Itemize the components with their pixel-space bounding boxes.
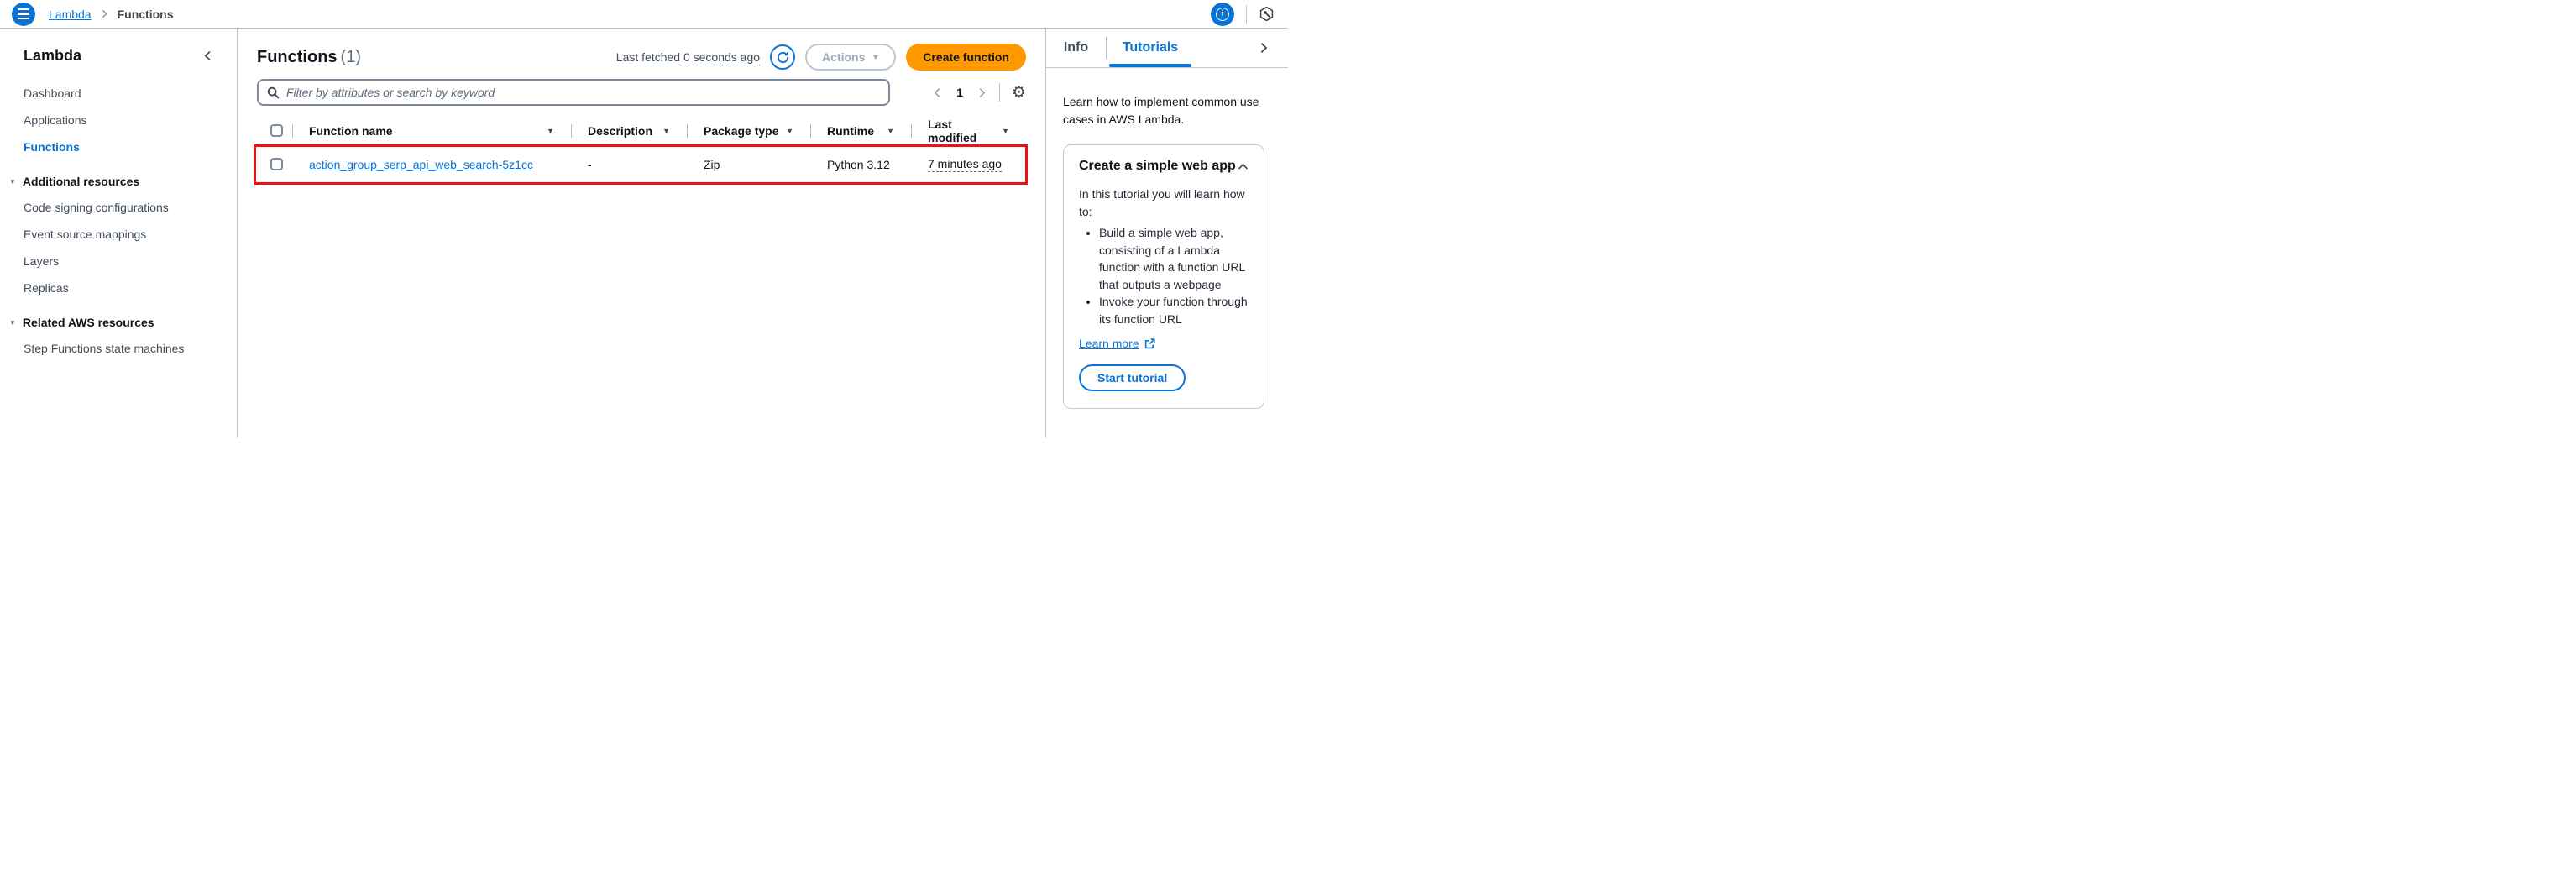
sidebar-section-additional-resources: ▼ Additional resources Code signing conf… [24, 175, 213, 296]
create-function-button[interactable]: Create function [906, 44, 1026, 71]
last-fetched-text: Last fetched 0 seconds ago [616, 50, 760, 64]
tutorial-card: Create a simple web app In this tutorial… [1063, 144, 1264, 409]
side-navigation: Lambda Dashboard Applications Functions … [0, 29, 238, 437]
search-icon [267, 86, 280, 99]
hamburger-bar [18, 13, 29, 15]
prev-page-icon[interactable] [932, 87, 943, 98]
sidebar-section-related-aws-resources: ▼ Related AWS resources Step Functions s… [24, 316, 213, 356]
pagination: 1 [932, 86, 987, 99]
cell-runtime: Python 3.12 [810, 145, 911, 183]
panel-collapse-icon[interactable] [1258, 42, 1270, 54]
topbar-divider [1246, 5, 1247, 24]
breadcrumb-lambda-link[interactable]: Lambda [49, 8, 92, 21]
section-caret-icon: ▼ [9, 319, 16, 327]
functions-count: (1) [341, 48, 361, 66]
column-header-description[interactable]: Description ▼ [571, 117, 687, 144]
tutorial-bullet: Build a simple web app, consisting of a … [1099, 224, 1249, 293]
sort-caret-icon[interactable]: ▼ [887, 127, 894, 135]
row-checkbox[interactable] [270, 158, 283, 170]
page-title: Functions(1) [257, 48, 361, 67]
breadcrumb-current: Functions [118, 8, 174, 21]
functions-table: Function name ▼ Description ▼ Package ty… [257, 117, 1026, 183]
column-header-package-type[interactable]: Package type ▼ [687, 117, 810, 144]
aws-lambda-console: Lambda Functions i Lambda [0, 0, 1288, 437]
sidebar-item-step-functions[interactable]: Step Functions state machines [24, 342, 213, 356]
search-input[interactable] [286, 86, 880, 99]
sort-caret-icon[interactable]: ▼ [662, 127, 670, 135]
refresh-button[interactable] [770, 44, 795, 70]
card-collapse-chevron-icon[interactable] [1238, 161, 1249, 172]
sort-caret-icon[interactable]: ▼ [1002, 127, 1009, 135]
actions-caret-icon: ▼ [872, 53, 879, 61]
current-page[interactable]: 1 [956, 86, 963, 99]
select-all-checkbox[interactable] [270, 124, 283, 137]
cell-function-name: action_group_serp_api_web_search-5z1cc [292, 145, 571, 183]
start-tutorial-button[interactable]: Start tutorial [1079, 364, 1186, 391]
sidebar-nav-list: Dashboard Applications Functions [24, 86, 213, 154]
last-fetched-value[interactable]: 0 seconds ago [683, 50, 760, 65]
tab-info[interactable]: Info [1046, 29, 1106, 67]
sort-caret-icon[interactable]: ▼ [786, 127, 793, 135]
sort-caret-icon[interactable]: ▼ [547, 127, 554, 135]
sidebar-item-applications[interactable]: Applications [24, 113, 213, 128]
panel-description: Learn how to implement common use cases … [1063, 93, 1264, 128]
tab-tutorials[interactable]: Tutorials [1107, 29, 1194, 67]
info-glyph: i [1216, 8, 1229, 21]
cell-last-modified: 7 minutes ago [911, 145, 1026, 183]
toolbar-divider [999, 83, 1000, 102]
select-all-cell [257, 124, 292, 137]
section-toggle[interactable]: ▼ Additional resources [9, 175, 213, 188]
table-header: Function name ▼ Description ▼ Package ty… [257, 117, 1026, 145]
sidebar-collapse-icon[interactable] [202, 50, 213, 61]
actions-button[interactable]: Actions ▼ [805, 44, 896, 71]
gear-icon[interactable]: ⚙ [1012, 85, 1026, 101]
hamburger-menu-icon[interactable] [12, 3, 35, 26]
breadcrumb-chevron-icon [100, 9, 109, 18]
sidebar-item-replicas[interactable]: Replicas [24, 281, 213, 296]
column-header-runtime[interactable]: Runtime ▼ [810, 117, 911, 144]
hamburger-bar [18, 8, 29, 11]
external-link-icon [1144, 338, 1155, 349]
row-select-cell [257, 158, 292, 170]
breadcrumb: Lambda Functions [49, 8, 173, 21]
sidebar-item-layers[interactable]: Layers [24, 254, 213, 269]
sidebar-item-dashboard[interactable]: Dashboard [24, 86, 213, 101]
filter-search-box[interactable] [257, 79, 890, 106]
cell-package-type: Zip [687, 145, 810, 183]
cloudshell-icon[interactable] [1259, 6, 1275, 22]
section-caret-icon: ▼ [9, 178, 16, 186]
tutorial-intro: In this tutorial you will learn how to: [1079, 186, 1249, 221]
section-toggle[interactable]: ▼ Related AWS resources [9, 316, 213, 329]
cell-description: - [571, 145, 687, 183]
panel-tabs: Info Tutorials [1046, 29, 1288, 68]
tutorial-bullet: Invoke your function through its functio… [1099, 293, 1249, 327]
sidebar-title: Lambda [24, 47, 81, 65]
help-panel: Info Tutorials Learn how to implement co… [1045, 29, 1288, 437]
learn-more-link[interactable]: Learn more [1079, 337, 1155, 350]
function-name-link[interactable]: action_group_serp_api_web_search-5z1cc [309, 158, 533, 171]
sidebar-item-code-signing[interactable]: Code signing configurations [24, 201, 213, 215]
top-navigation-bar: Lambda Functions i [0, 0, 1288, 29]
column-header-last-modified[interactable]: Last modified ▼ [911, 117, 1026, 144]
sidebar-item-event-source-mappings[interactable]: Event source mappings [24, 228, 213, 242]
sidebar-item-functions[interactable]: Functions [24, 140, 213, 154]
column-header-function-name[interactable]: Function name ▼ [292, 117, 571, 144]
table-row: action_group_serp_api_web_search-5z1cc -… [257, 145, 1026, 183]
tutorial-card-title: Create a simple web app [1079, 157, 1236, 175]
tutorial-bullet-list: Build a simple web app, consisting of a … [1079, 224, 1249, 327]
next-page-icon[interactable] [976, 87, 987, 98]
hamburger-bar [18, 18, 29, 20]
last-modified-value[interactable]: 7 minutes ago [928, 157, 1002, 172]
info-icon[interactable]: i [1211, 3, 1234, 26]
functions-main-area: Functions(1) Last fetched 0 seconds ago [238, 29, 1045, 437]
